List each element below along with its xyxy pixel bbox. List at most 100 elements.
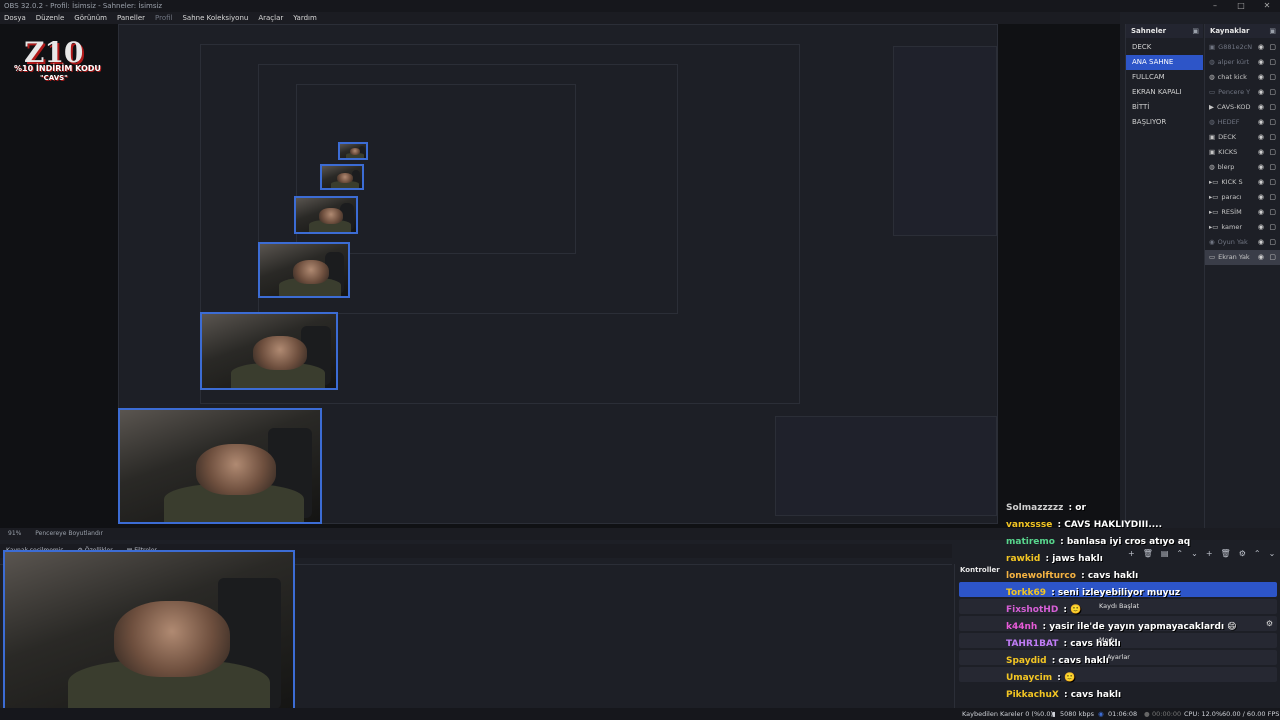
chat-username: TAHR1BAT <box>1006 639 1059 649</box>
menu-item-3[interactable]: Paneller <box>117 12 145 24</box>
up-icon[interactable]: ⌃ <box>1176 549 1183 558</box>
maximize-icon[interactable]: □ <box>1228 0 1254 12</box>
scene-item[interactable]: ANA SAHNE <box>1126 55 1203 70</box>
scene-item[interactable]: DECK <box>1126 40 1203 55</box>
menu-item-6[interactable]: Araçlar <box>258 12 283 24</box>
folder-icon: ▸▭ <box>1209 223 1219 231</box>
lock-icon[interactable]: ▢ <box>1269 115 1276 130</box>
menu-item-5[interactable]: Sahne Koleksiyonu <box>182 12 248 24</box>
source-item[interactable]: ▸▭ kamer ◉ ▢ <box>1205 220 1280 235</box>
add-icon[interactable]: + <box>1206 549 1213 558</box>
source-label: HEDEF <box>1217 118 1240 126</box>
sources-header: Kaynaklar ▣ <box>1205 24 1280 38</box>
nested-webcam-2 <box>200 312 338 390</box>
source-item[interactable]: ▣ G881e2cN ◉ ▢ <box>1205 40 1280 55</box>
resize-to-window[interactable]: Pencereye Boyutlandır <box>35 530 103 537</box>
menu-item-2[interactable]: Görünüm <box>74 12 107 24</box>
source-item[interactable]: ▭ Ekran Yak ◉ ▢ <box>1205 250 1280 265</box>
lock-icon[interactable]: ▢ <box>1269 205 1276 220</box>
menu-item-4[interactable]: Profil <box>155 12 172 24</box>
minimize-icon[interactable]: – <box>1202 0 1228 12</box>
chat-text: : jaws haklı <box>1042 554 1103 564</box>
lock-icon[interactable]: ▢ <box>1269 235 1276 250</box>
eye-icon[interactable]: ◉ <box>1258 70 1264 85</box>
source-label: DECK <box>1218 133 1237 141</box>
filter-icon[interactable]: ▤ <box>1161 549 1169 558</box>
source-item[interactable]: ▣ DECK ◉ ▢ <box>1205 130 1280 145</box>
scene-item[interactable]: EKRAN KAPALI <box>1126 85 1203 100</box>
scene-item[interactable]: FULLCAM <box>1126 70 1203 85</box>
zoom-level[interactable]: 91% <box>8 530 21 537</box>
menu-item-7[interactable]: Yardım <box>293 12 317 24</box>
chat-message: lonewolfturco : cavs haklı <box>1006 570 1138 582</box>
source-item[interactable]: ◉ Oyun Yak ◉ ▢ <box>1205 235 1280 250</box>
lock-icon[interactable]: ▢ <box>1269 100 1276 115</box>
scenes-title: Sahneler <box>1131 27 1167 35</box>
chat-message: k44nh : yasir ile'de yayın yapmayacaklar… <box>1006 621 1237 633</box>
lock-icon[interactable]: ▢ <box>1269 70 1276 85</box>
source-label: KICK S <box>1221 178 1243 186</box>
source-item[interactable]: ◍ chat kick ◉ ▢ <box>1205 70 1280 85</box>
dock-pin-icon[interactable]: ▣ <box>1269 24 1276 38</box>
eye-icon[interactable]: ◉ <box>1258 205 1264 220</box>
chat-username: Umaycim <box>1006 673 1053 683</box>
dropped-frames: Kaybedilen Kareler 0 (%0.0) <box>962 710 1054 718</box>
eye-icon[interactable]: ◉ <box>1258 130 1264 145</box>
scene-item[interactable]: BİTTİ <box>1126 100 1203 115</box>
lock-icon[interactable]: ▢ <box>1269 250 1276 265</box>
eye-icon[interactable]: ◉ <box>1258 85 1264 100</box>
lock-icon[interactable]: ▢ <box>1269 55 1276 70</box>
lock-icon[interactable]: ▢ <box>1269 175 1276 190</box>
chat-username: Spaydid <box>1006 656 1047 666</box>
down-icon[interactable]: ⌄ <box>1191 549 1198 558</box>
source-item[interactable]: ◍ HEDEF ◉ ▢ <box>1205 115 1280 130</box>
lock-icon[interactable]: ▢ <box>1269 85 1276 100</box>
eye-icon[interactable]: ◉ <box>1258 175 1264 190</box>
source-item[interactable]: ▸▭ paracı ◉ ▢ <box>1205 190 1280 205</box>
dock-pin-icon[interactable]: ▣ <box>1192 24 1199 38</box>
lock-icon[interactable]: ▢ <box>1269 40 1276 55</box>
preview-canvas[interactable]: Z10 %10 İNDİRİM KODU "CAVS" <box>0 24 1120 528</box>
eye-icon[interactable]: ◉ <box>1258 190 1264 205</box>
add-icon[interactable]: + <box>1128 549 1135 558</box>
source-item[interactable]: ◍ blerp ◉ ▢ <box>1205 160 1280 175</box>
down-icon[interactable]: ⌄ <box>1269 549 1276 558</box>
source-item[interactable]: ▸▭ RESİM ◉ ▢ <box>1205 205 1280 220</box>
up-icon[interactable]: ⌃ <box>1254 549 1261 558</box>
lock-icon[interactable]: ▢ <box>1269 190 1276 205</box>
lock-icon[interactable]: ▢ <box>1269 130 1276 145</box>
eye-icon[interactable]: ◉ <box>1258 55 1264 70</box>
lock-icon[interactable]: ▢ <box>1269 145 1276 160</box>
menu-item-0[interactable]: Dosya <box>4 12 26 24</box>
source-item[interactable]: ▣ KICKS ◉ ▢ <box>1205 145 1280 160</box>
source-item[interactable]: ◍ alper kürt ◉ ▢ <box>1205 55 1280 70</box>
eye-icon[interactable]: ◉ <box>1258 100 1264 115</box>
lock-icon[interactable]: ▢ <box>1269 160 1276 175</box>
lock-icon[interactable]: ▢ <box>1269 220 1276 235</box>
trash-icon[interactable]: 🗑 <box>1221 549 1231 558</box>
menu-item-1[interactable]: Düzenle <box>36 12 65 24</box>
eye-icon[interactable]: ◉ <box>1258 250 1264 265</box>
chat-message: TAHR1BAT : cavs haklı <box>1006 638 1121 650</box>
menu-bar: Dosya Düzenle Görünüm Paneller Profil Sahne K… <box>0 12 1120 24</box>
gear-icon[interactable]: ⚙ <box>1266 616 1273 631</box>
trash-icon[interactable]: 🗑 <box>1143 549 1153 558</box>
eye-icon[interactable]: ◉ <box>1258 115 1264 130</box>
eye-icon[interactable]: ◉ <box>1258 160 1264 175</box>
chat-username: FixshotHD <box>1006 605 1059 615</box>
source-label: alper kürt <box>1217 58 1250 66</box>
source-item[interactable]: ▶ CAVS-KOD ◉ ▢ <box>1205 100 1280 115</box>
source-list: ▣ G881e2cN ◉ ▢ ◍ alper kürt ◉ ▢ ◍ chat kick ◉ ▢ ▭ Pen… <box>1205 38 1280 265</box>
eye-icon[interactable]: ◉ <box>1258 40 1264 55</box>
scenes-header: Sahneler ▣ <box>1126 24 1203 38</box>
nested-controls <box>775 416 997 516</box>
scenes-dock: Sahneler ▣ DECK ANA SAHNE FULLCAM EKRAN KAP… <box>1125 24 1203 528</box>
eye-icon[interactable]: ◉ <box>1258 235 1264 250</box>
close-icon[interactable]: ✕ <box>1254 0 1280 12</box>
gear-icon[interactable]: ⚙ <box>1239 549 1246 558</box>
scene-item[interactable]: BAŞLIYOR <box>1126 115 1203 130</box>
eye-icon[interactable]: ◉ <box>1258 145 1264 160</box>
eye-icon[interactable]: ◉ <box>1258 220 1264 235</box>
source-item[interactable]: ▭ Pencere Y ◉ ▢ <box>1205 85 1280 100</box>
source-item[interactable]: ▸▭ KICK S ◉ ▢ <box>1205 175 1280 190</box>
